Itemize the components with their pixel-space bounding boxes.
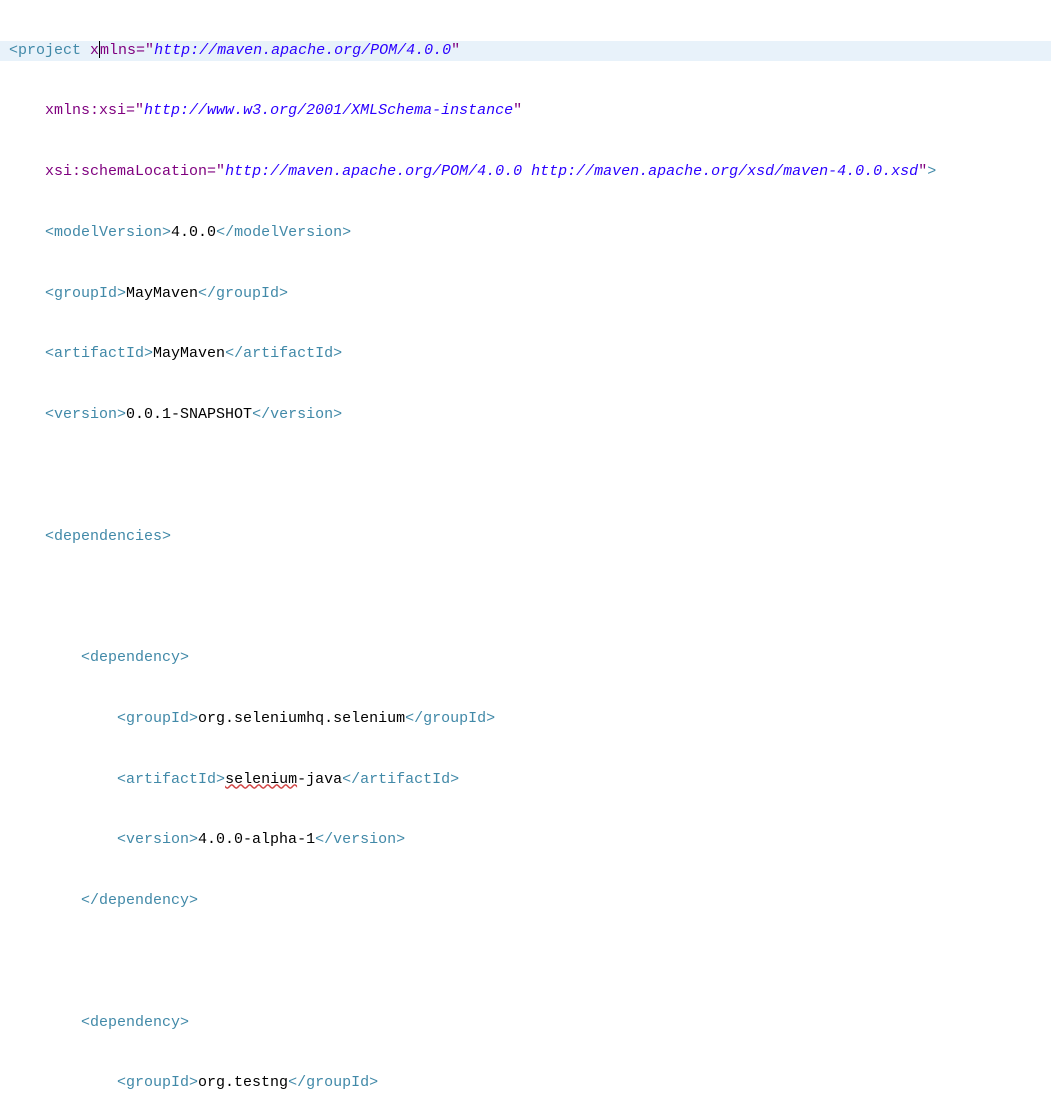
code-line[interactable] <box>0 952 1051 972</box>
code-line[interactable] <box>0 587 1051 607</box>
indent <box>9 345 45 362</box>
indent <box>9 831 117 848</box>
indent <box>9 1074 117 1091</box>
tag-version-open: <version> <box>117 831 198 848</box>
indent <box>9 102 45 119</box>
tag-dependency-open: <dependency> <box>81 1014 189 1031</box>
tag-groupid-close: </groupId> <box>405 710 495 727</box>
tag-dependency-close: </dependency> <box>81 892 198 909</box>
indent <box>9 710 117 727</box>
indent <box>9 285 45 302</box>
tag-project-open: <project <box>9 42 90 59</box>
code-editor[interactable]: <project xmlns="http://maven.apache.org/… <box>0 0 1051 1118</box>
code-line[interactable]: <artifactId>selenium-java</artifactId> <box>0 770 1051 790</box>
end-quote: " <box>451 42 460 59</box>
code-line[interactable]: xsi:schemaLocation="http://maven.apache.… <box>0 162 1051 182</box>
code-line[interactable]: <version>4.0.0-alpha-1</version> <box>0 830 1051 850</box>
tag-groupid-open: <groupId> <box>117 710 198 727</box>
equals-quote: =" <box>126 102 144 119</box>
attr-val-xsi-loc: http://maven.apache.org/POM/4.0.0 http:/… <box>225 163 918 180</box>
indent <box>9 406 45 423</box>
end-quote: " <box>513 102 522 119</box>
code-line[interactable]: <project xmlns="http://maven.apache.org/… <box>0 41 1051 61</box>
text-dep1-version: 4.0.0-alpha-1 <box>198 831 315 848</box>
tag-artifactid-close: </artifactId> <box>342 771 459 788</box>
attr-xsi-loc: xsi:schemaLocation <box>45 163 207 180</box>
tag-artifactid-open: <artifactId> <box>117 771 225 788</box>
tag-dependencies-open: <dependencies> <box>45 528 171 545</box>
text-artifactid: MayMaven <box>153 345 225 362</box>
tag-version-close: </version> <box>315 831 405 848</box>
tag-dependency-open: <dependency> <box>81 649 189 666</box>
tag-groupid-open: <groupId> <box>117 1074 198 1091</box>
tag-groupid-close: </groupId> <box>288 1074 378 1091</box>
tag-groupid-close: </groupId> <box>198 285 288 302</box>
code-line[interactable]: <dependency> <box>0 1013 1051 1033</box>
tag-artifactid-open: <artifactId> <box>45 345 153 362</box>
indent <box>9 892 81 909</box>
tag-modelversion-open: <modelVersion> <box>45 224 171 241</box>
text-cursor <box>99 41 100 58</box>
text-dep1-groupid: org.seleniumhq.selenium <box>198 710 405 727</box>
text-dep1-artifactid-suffix: -java <box>297 771 342 788</box>
close-bracket: > <box>927 163 936 180</box>
text-dep2-groupid: org.testng <box>198 1074 288 1091</box>
attr-xmlns-pre: x <box>90 42 99 59</box>
code-line[interactable]: <version>0.0.1-SNAPSHOT</version> <box>0 405 1051 425</box>
indent <box>9 224 45 241</box>
attr-xmlns-xsi: xmlns:xsi <box>45 102 126 119</box>
code-line[interactable]: xmlns:xsi="http://www.w3.org/2001/XMLSch… <box>0 101 1051 121</box>
equals-quote: =" <box>207 163 225 180</box>
end-quote: " <box>918 163 927 180</box>
code-line[interactable]: <dependencies> <box>0 527 1051 547</box>
indent <box>9 1014 81 1031</box>
indent <box>9 649 81 666</box>
code-line[interactable]: <groupId>MayMaven</groupId> <box>0 284 1051 304</box>
tag-artifactid-close: </artifactId> <box>225 345 342 362</box>
code-line[interactable]: <groupId>org.testng</groupId> <box>0 1073 1051 1093</box>
attr-val-xmlns-xsi: http://www.w3.org/2001/XMLSchema-instanc… <box>144 102 513 119</box>
text-version: 0.0.1-SNAPSHOT <box>126 406 252 423</box>
code-line[interactable]: </dependency> <box>0 891 1051 911</box>
attr-xmlns-post: mlns <box>100 42 136 59</box>
text-groupid: MayMaven <box>126 285 198 302</box>
code-line[interactable]: <dependency> <box>0 648 1051 668</box>
attr-val-xmlns: http://maven.apache.org/POM/4.0.0 <box>154 42 451 59</box>
indent <box>9 163 45 180</box>
text-dep1-artifactid-spellcheck: selenium <box>225 771 297 788</box>
tag-groupid-open: <groupId> <box>45 285 126 302</box>
tag-version-open: <version> <box>45 406 126 423</box>
code-line[interactable]: <groupId>org.seleniumhq.selenium</groupI… <box>0 709 1051 729</box>
tag-modelversion-close: </modelVersion> <box>216 224 351 241</box>
indent <box>9 771 117 788</box>
equals-quote: =" <box>136 42 154 59</box>
tag-version-close: </version> <box>252 406 342 423</box>
code-line[interactable]: <artifactId>MayMaven</artifactId> <box>0 344 1051 364</box>
code-line[interactable] <box>0 466 1051 486</box>
code-line[interactable]: <modelVersion>4.0.0</modelVersion> <box>0 223 1051 243</box>
text-modelversion: 4.0.0 <box>171 224 216 241</box>
indent <box>9 528 45 545</box>
